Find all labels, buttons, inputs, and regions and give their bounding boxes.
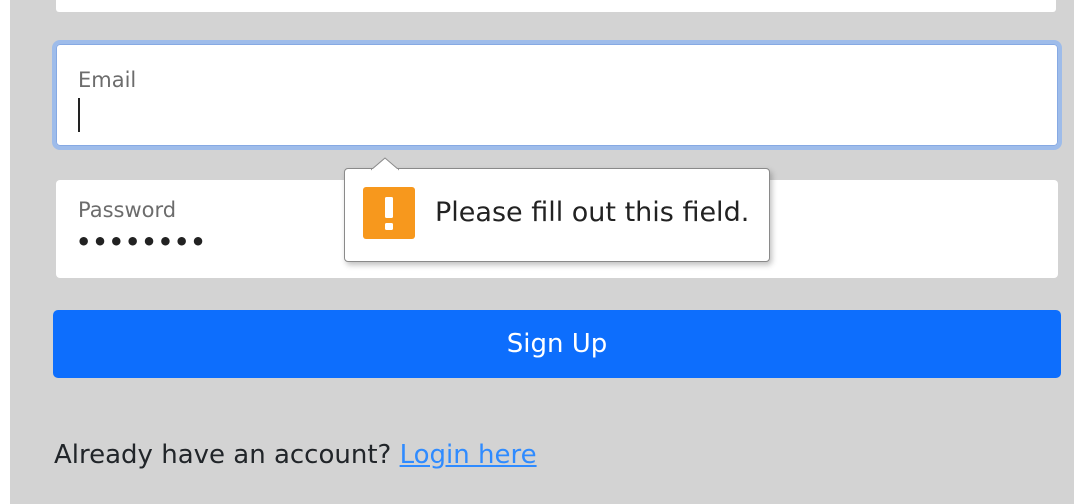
text-caret (78, 98, 80, 132)
email-field-focus-border (56, 44, 1058, 146)
password-value: •••••••• (76, 228, 207, 256)
previous-field-edge (56, 0, 1056, 12)
password-label: Password (78, 198, 177, 222)
tooltip-message: Please fill out this field. (435, 197, 750, 228)
form-container: Email Password •••••••• Sign Up Already … (10, 0, 1074, 504)
email-field[interactable]: Email (52, 40, 1062, 150)
validation-tooltip: Please fill out this field. (344, 157, 770, 262)
sign-up-button[interactable]: Sign Up (53, 310, 1061, 378)
login-link[interactable]: Login here (400, 440, 537, 470)
login-prompt: Already have an account? Login here (54, 440, 537, 470)
warning-icon (363, 187, 415, 239)
email-label: Email (78, 68, 137, 92)
login-prompt-text: Already have an account? (54, 440, 392, 470)
